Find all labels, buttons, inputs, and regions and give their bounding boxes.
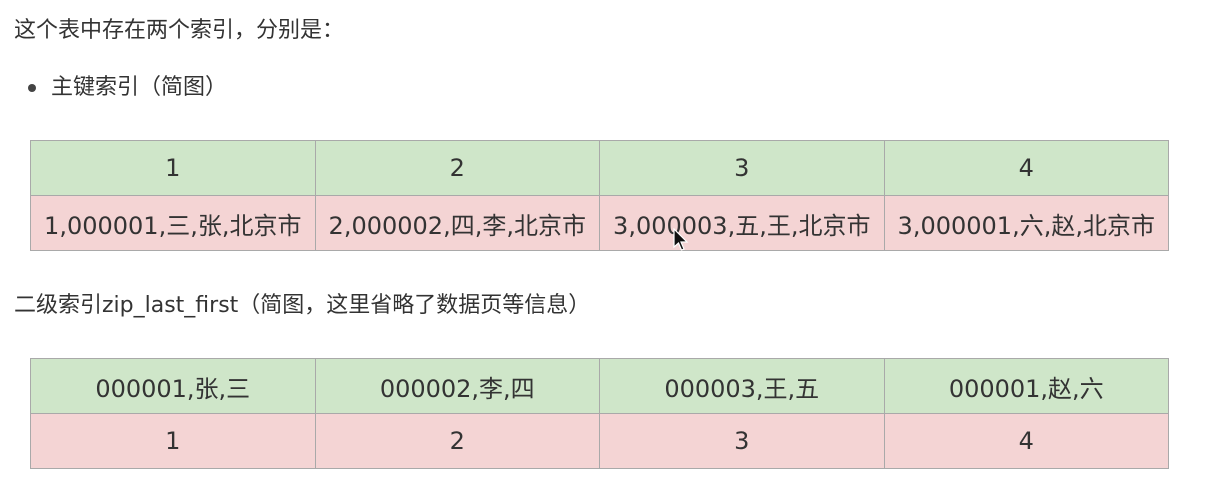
secondary-key-cell: 000003,王,五 <box>599 358 885 414</box>
primary-index-record-row: 1,000001,三,张,北京市 2,000002,四,李,北京市 3,0000… <box>30 195 1169 251</box>
secondary-key-cell: 000001,张,三 <box>30 358 316 414</box>
primary-record-cell: 3,000001,六,赵,北京市 <box>883 195 1169 251</box>
secondary-index-pointer-row: 1 2 3 4 <box>30 413 1169 469</box>
secondary-index-table: 000001,张,三 000002,李,四 000003,王,五 000001,… <box>30 358 1169 469</box>
secondary-pointer-cell: 2 <box>314 413 600 469</box>
mouse-cursor-icon <box>673 228 689 251</box>
intro-text: 这个表中存在两个索引，分别是： <box>14 18 345 43</box>
primary-record-cell: 3,000003,五,王,北京市 <box>599 195 885 251</box>
primary-record-cell: 2,000002,四,李,北京市 <box>314 195 600 251</box>
bullet-dot-icon <box>28 84 36 92</box>
secondary-pointer-cell: 4 <box>883 413 1169 469</box>
primary-index-table: 1 2 3 4 1,000001,三,张,北京市 2,000002,四,李,北京… <box>30 140 1169 251</box>
primary-index-label: 主键索引（简图） <box>51 75 228 100</box>
secondary-pointer-cell: 1 <box>30 413 316 469</box>
secondary-key-cell: 000001,赵,六 <box>883 358 1169 414</box>
secondary-pointer-cell: 3 <box>599 413 885 469</box>
primary-record-cell: 1,000001,三,张,北京市 <box>30 195 316 251</box>
primary-index-key-row: 1 2 3 4 <box>30 140 1169 196</box>
primary-index-bullet: 主键索引（简图） <box>28 73 227 103</box>
secondary-index-heading: 二级索引zip_last_first（简图，这里省略了数据页等信息） <box>14 293 591 318</box>
secondary-index-key-row: 000001,张,三 000002,李,四 000003,王,五 000001,… <box>30 358 1169 414</box>
primary-key-cell: 1 <box>30 140 316 196</box>
secondary-key-cell: 000002,李,四 <box>314 358 600 414</box>
primary-key-cell: 2 <box>314 140 600 196</box>
primary-key-cell: 4 <box>883 140 1169 196</box>
primary-key-cell: 3 <box>599 140 885 196</box>
